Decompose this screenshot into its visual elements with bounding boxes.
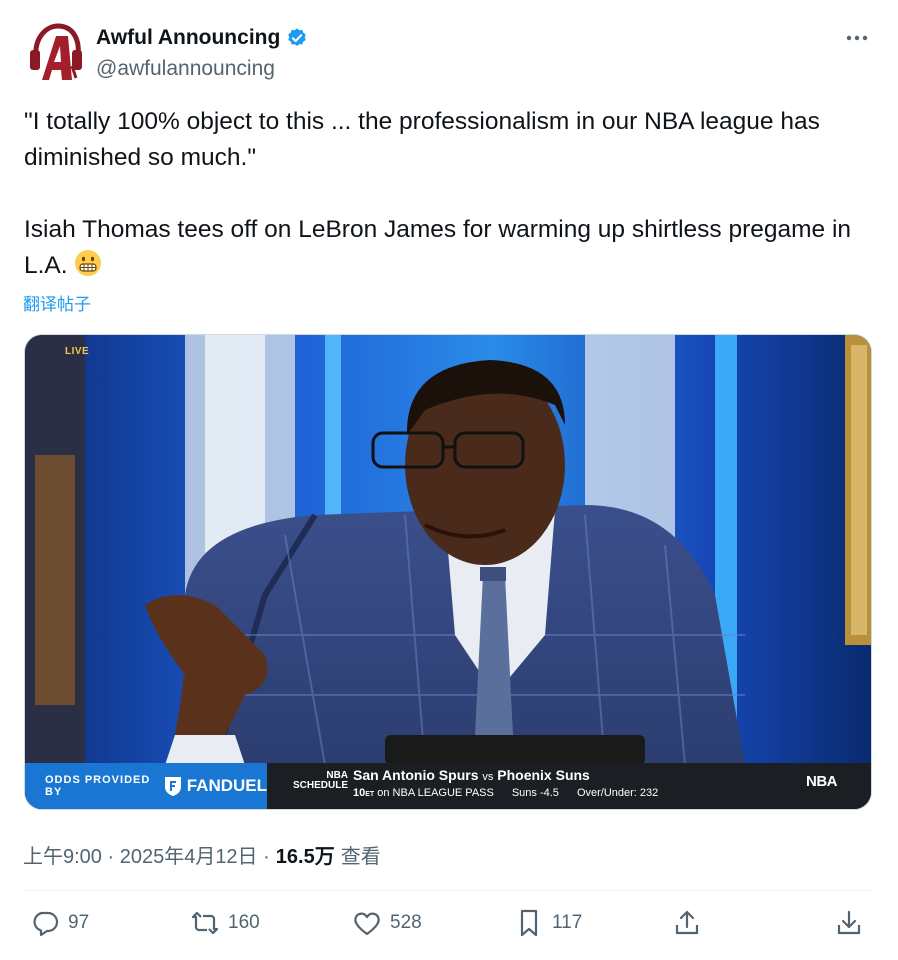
sponsor-name: FANDUEL [186, 776, 267, 795]
fanduel-shield-icon [164, 777, 181, 796]
tweet-text: "I totally 100% object to this ... the p… [24, 104, 884, 284]
odds-sponsor: ODDS PROVIDED BY FANDUEL [25, 763, 267, 809]
game-channel: on NBA LEAGUE PASS [377, 787, 494, 799]
action-bar: 97 160 528 117 [24, 908, 872, 948]
schedule-panel: NBA SCHEDULE San Antonio Spurs vs Phoeni… [267, 763, 871, 809]
repost-count: 160 [228, 912, 260, 933]
odds-label: ODDS PROVIDED BY [45, 774, 151, 798]
display-name[interactable]: Awful Announcing [96, 26, 280, 50]
translate-post-link[interactable]: 翻译帖子 [23, 290, 91, 315]
repost-icon [191, 911, 219, 935]
schedule-label-text: SCHEDULE [293, 780, 349, 791]
download-button[interactable] [834, 908, 864, 938]
schedule-label: NBA SCHEDULE [293, 771, 348, 791]
tweet-caption: Isiah Thomas tees off on LeBron James fo… [24, 212, 884, 284]
game-time-zone: ET [365, 791, 375, 798]
download-icon [837, 910, 861, 935]
timestamp[interactable]: 上午9:00 · 2025年4月12日 · [23, 840, 270, 869]
team-away: Phoenix Suns [497, 767, 590, 783]
game-time: 10 [353, 787, 366, 799]
game-details: 10ET on NBA LEAGUE PASS Suns -4.5 Over/U… [353, 787, 658, 799]
like-button[interactable]: 528 [352, 908, 422, 938]
avatar[interactable] [28, 22, 84, 84]
repost-button[interactable]: 160 [190, 908, 260, 938]
more-options-icon[interactable] [842, 28, 872, 48]
like-count: 528 [390, 912, 422, 933]
live-badge: LIVE [65, 346, 90, 357]
view-count: 16.5万 [275, 846, 335, 868]
author-name-row[interactable]: Awful Announcing [96, 26, 308, 50]
views-label: 查看 [340, 846, 381, 868]
divider [24, 890, 872, 891]
fanduel-logo: FANDUEL [163, 775, 267, 797]
awful-announcing-logo-icon [30, 23, 82, 80]
bookmark-button[interactable]: 117 [514, 908, 582, 938]
matchup: San Antonio Spurs vs Phoenix Suns [353, 767, 590, 783]
reply-count: 97 [68, 912, 90, 933]
reply-icon [33, 911, 59, 937]
heart-icon [354, 912, 380, 936]
verified-badge-icon [288, 28, 307, 46]
tweet-quote: "I totally 100% object to this ... the p… [24, 108, 820, 171]
team-home: San Antonio Spurs [353, 767, 479, 783]
video-player[interactable]: LIVE ODDS PROVIDED BY FANDUEL NBA SCHEDU… [24, 334, 872, 810]
game-spread: Suns -4.5 [511, 787, 559, 799]
tweet-meta: 上午9:00 · 2025年4月12日 · 16.5万 查看 [23, 840, 381, 869]
game-over-under: Over/Under: 232 [576, 787, 659, 799]
game-time-channel: 10ET on NBA LEAGUE PASS [353, 787, 494, 799]
bookmark-icon [520, 909, 538, 937]
score-ticker: ODDS PROVIDED BY FANDUEL NBA SCHEDULE Sa… [25, 763, 871, 809]
vs-label: vs [482, 771, 494, 783]
share-icon [675, 910, 699, 935]
reply-button[interactable]: 97 [30, 908, 89, 938]
share-button[interactable] [672, 908, 702, 938]
author-handle[interactable]: @awfulannouncing [96, 57, 275, 81]
video-frame [25, 335, 871, 809]
bookmark-count: 117 [552, 912, 583, 933]
grimacing-face-icon [75, 250, 102, 276]
tweet-caption-text: Isiah Thomas tees off on LeBron James fo… [24, 216, 852, 279]
nba-logo: NBA [806, 773, 838, 790]
